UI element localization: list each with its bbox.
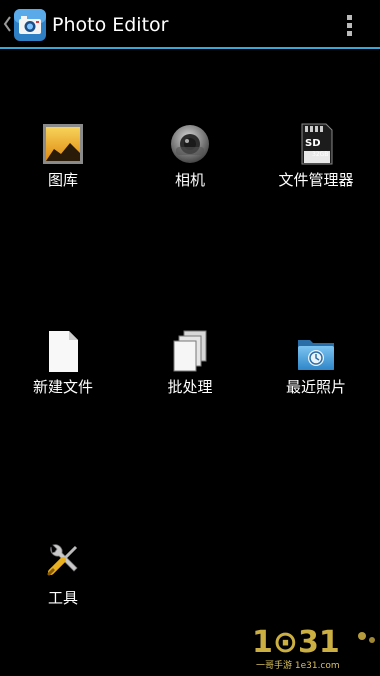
batch-icon <box>173 330 207 372</box>
menu-item-label: 工具 <box>47 589 78 607</box>
menu-item-batch[interactable]: 批处理 <box>127 330 253 420</box>
watermark: 1⊙31 一哥手游 1e31.com <box>252 618 378 674</box>
app-title: Photo Editor <box>52 14 169 36</box>
menu-item-label: 图库 <box>47 171 78 189</box>
action-bar: Photo Editor <box>0 0 380 49</box>
up-caret-icon[interactable] <box>3 15 13 33</box>
tools-icon <box>47 544 78 576</box>
overflow-menu-icon[interactable] <box>343 12 357 38</box>
menu-item-tools[interactable]: 工具 <box>0 541 126 631</box>
new-file-icon <box>49 331 78 372</box>
menu-item-camera[interactable]: 相机 <box>127 123 253 213</box>
menu-item-gallery[interactable]: 图库 <box>0 123 126 213</box>
menu-item-new-file[interactable]: 新建文件 <box>0 330 126 420</box>
gallery-icon <box>43 124 83 164</box>
menu-item-label: 新建文件 <box>32 378 93 396</box>
watermark-text: 一哥手游 1e31.com <box>256 661 340 671</box>
menu-item-label: 相机 <box>174 171 205 189</box>
sd-card-icon: SD 32GB <box>301 123 333 165</box>
app-camera-logo-icon[interactable] <box>13 8 47 42</box>
menu-item-label: 最近照片 <box>285 378 346 396</box>
menu-item-file-manager[interactable]: SD 32GB 文件管理器 <box>253 123 379 213</box>
sd-brand-text: SD <box>305 138 321 149</box>
recent-folder-icon <box>298 340 334 370</box>
svg-text:1⊙31: 1⊙31 <box>252 625 340 660</box>
sd-capacity-text: 32GB <box>312 151 328 158</box>
camera-icon <box>171 125 209 163</box>
menu-item-label: 文件管理器 <box>278 171 354 189</box>
watermark-logo-icon: 1⊙31 <box>252 625 375 660</box>
menu-item-recent-photos[interactable]: 最近照片 <box>253 330 379 420</box>
menu-item-label: 批处理 <box>167 378 213 396</box>
